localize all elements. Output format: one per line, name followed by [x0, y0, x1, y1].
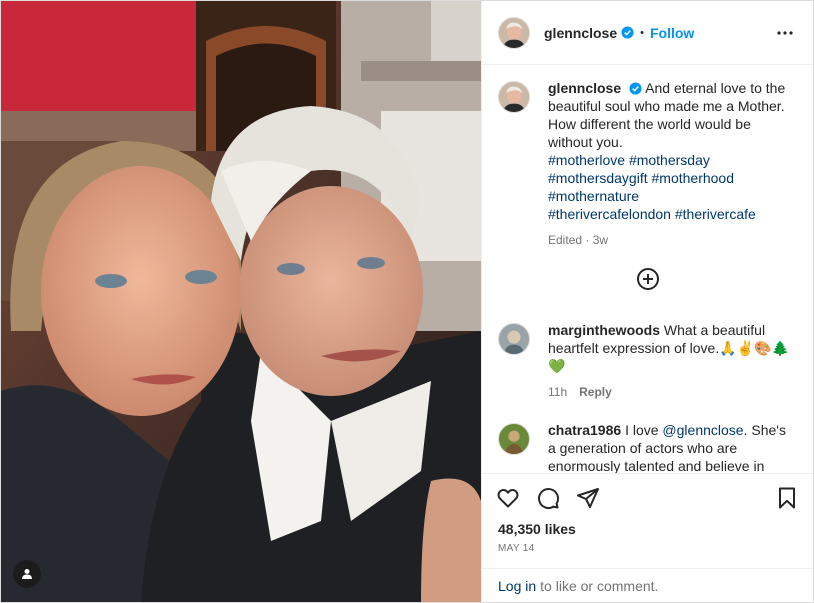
- hashtag-link[interactable]: #mothernature: [548, 188, 639, 204]
- reply-button[interactable]: Reply: [579, 385, 612, 399]
- comment-username[interactable]: chatra1986: [548, 422, 621, 438]
- commenter-avatar[interactable]: [498, 423, 530, 455]
- caption-meta: Edited · 3w: [548, 233, 609, 247]
- comment-row: marginthewoods What a beautiful heartfel…: [498, 321, 797, 401]
- author-avatar[interactable]: [498, 16, 530, 49]
- post-header: glennclose • Follow: [482, 1, 813, 65]
- hashtag-link[interactable]: #motherlove: [548, 152, 625, 168]
- login-link[interactable]: Log in: [498, 578, 536, 594]
- comment-time[interactable]: 11h: [548, 385, 567, 399]
- tagged-users-button[interactable]: [13, 560, 41, 588]
- verified-badge-icon: [629, 82, 642, 95]
- plus-circle-icon: [636, 268, 659, 290]
- comment-row: chatra1986 I love @glennclose. She's a g…: [498, 421, 797, 473]
- comment-body: chatra1986 I love @glennclose. She's a g…: [548, 421, 797, 473]
- more-horizontal-icon: [777, 30, 793, 35]
- author-username[interactable]: glennclose: [544, 25, 617, 41]
- bookmark-icon[interactable]: [775, 486, 799, 510]
- comments-list[interactable]: glennclose And eternal love to the beaut…: [482, 65, 813, 473]
- post-modal: glennclose • Follow glennclose And etern…: [0, 0, 814, 603]
- hashtag-link[interactable]: #motherhood: [652, 170, 735, 186]
- heart-icon[interactable]: [496, 486, 520, 510]
- paper-plane-icon[interactable]: [576, 486, 600, 510]
- avatar-image: [499, 324, 529, 354]
- avatar-image: [499, 82, 529, 112]
- login-bar: Log in to like or comment.: [482, 568, 813, 602]
- comment-username[interactable]: marginthewoods: [548, 322, 660, 338]
- hashtag-link[interactable]: #therivercafe: [675, 206, 756, 222]
- comment-meta: 11h Reply: [548, 383, 797, 401]
- hashtag-link[interactable]: #mothersday: [629, 152, 710, 168]
- action-bar: [482, 473, 813, 521]
- caption-username[interactable]: glennclose: [548, 80, 621, 96]
- user-silhouette-icon: [22, 569, 32, 579]
- mention-link[interactable]: @glennclose: [662, 422, 743, 438]
- caption-body: glennclose And eternal love to the beaut…: [548, 79, 797, 249]
- load-more-comments[interactable]: [498, 267, 797, 291]
- selfie-photo: [1, 1, 481, 602]
- post-photo[interactable]: [1, 1, 481, 602]
- post-detail-panel: glennclose • Follow glennclose And etern…: [481, 1, 813, 602]
- more-options-button[interactable]: [773, 21, 797, 45]
- avatar-image: [499, 424, 529, 454]
- follow-button[interactable]: Follow: [650, 25, 694, 41]
- avatar-image: [499, 17, 529, 48]
- comment-body: marginthewoods What a beautiful heartfel…: [548, 321, 797, 401]
- likes-count[interactable]: 48,350 likes: [482, 521, 813, 537]
- login-prompt-text: to like or comment.: [540, 577, 659, 594]
- hashtag-link[interactable]: #mothersdaygift: [548, 170, 648, 186]
- comment-text: I love: [625, 422, 659, 438]
- separator-dot: •: [640, 26, 644, 39]
- caption-author-avatar[interactable]: [498, 81, 530, 113]
- post-date[interactable]: MAY 14: [482, 543, 813, 554]
- verified-badge-icon: [621, 26, 634, 39]
- comment-bubble-icon[interactable]: [536, 486, 560, 510]
- hashtag-link[interactable]: #therivercafelondon: [548, 206, 671, 222]
- caption-row: glennclose And eternal love to the beaut…: [498, 79, 797, 249]
- commenter-avatar[interactable]: [498, 323, 530, 355]
